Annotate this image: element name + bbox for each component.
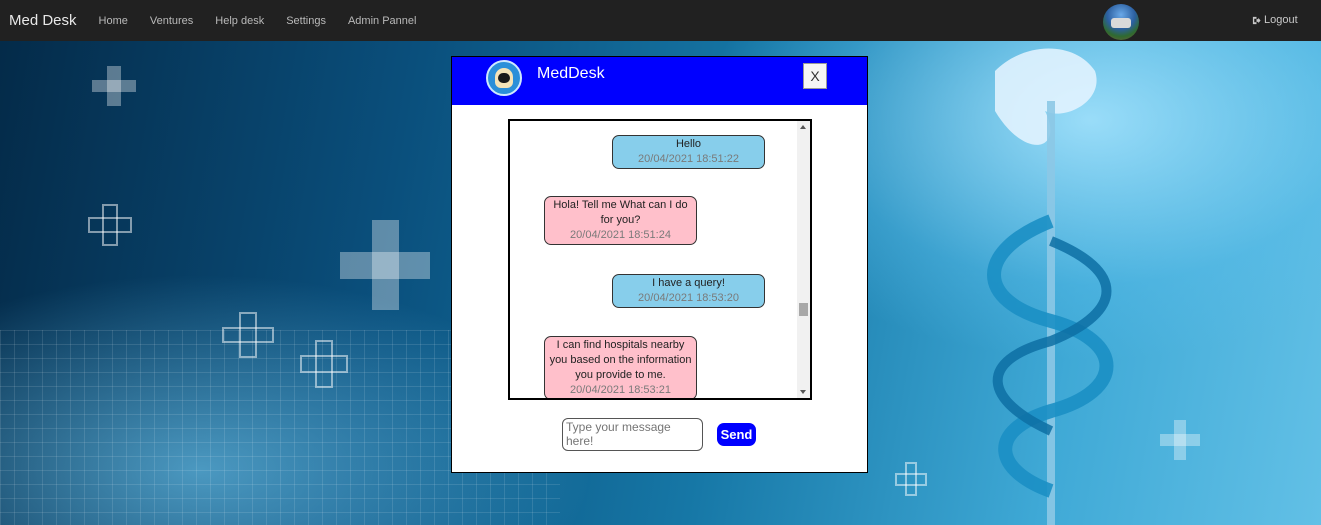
chat-modal: MedDesk X Hello 20/04/2021 18:51:22 Hola… [451,56,868,473]
nav-link-help-desk[interactable]: Help desk [215,15,264,27]
message-time: 20/04/2021 18:53:20 [638,292,739,304]
scroll-up-arrow-icon[interactable] [800,125,806,129]
background-cross [88,204,132,246]
scroll-thumb[interactable] [799,303,808,316]
message-time: 20/04/2021 18:51:24 [570,229,671,241]
chat-title: MedDesk [537,65,605,82]
message-text: Hello [675,138,702,150]
message-bot: Hola! Tell me What can I do for you? 20/… [544,196,697,245]
nav-link-settings[interactable]: Settings [286,15,326,27]
bot-avatar-icon [486,60,522,96]
scroll-down-arrow-icon[interactable] [800,390,806,394]
user-avatar[interactable] [1103,4,1139,40]
close-button[interactable]: X [803,63,827,89]
message-text: I can find hospitals nearby you based on… [549,339,692,381]
brand-logo[interactable]: Med Desk [9,12,77,29]
nav-link-admin-pannel[interactable]: Admin Pannel [348,15,417,27]
message-user: I have a query! 20/04/2021 18:53:20 [612,274,765,308]
message-time: 20/04/2021 18:51:22 [638,153,739,165]
background-cross [340,220,430,310]
message-user: Hello 20/04/2021 18:51:22 [612,135,765,169]
background-cross [1160,420,1200,460]
logout-button[interactable]: Logout [1252,14,1298,26]
message-text: Hola! Tell me What can I do for you? [553,199,688,226]
top-navbar: Med Desk Home Ventures Help desk Setting… [0,0,1321,41]
background-cross [895,462,927,496]
nav-link-home[interactable]: Home [99,15,128,27]
chat-header: MedDesk X [452,57,867,105]
background-cross [300,340,348,388]
message-bot: I can find hospitals nearby you based on… [544,336,697,398]
background-cross [222,312,274,358]
message-time: 20/04/2021 18:53:21 [570,384,671,396]
background-cross [92,66,136,106]
message-input[interactable] [562,418,703,451]
chat-messages-area[interactable]: Hello 20/04/2021 18:51:22 Hola! Tell me … [508,119,812,400]
chat-scrollbar[interactable] [797,121,810,398]
caduceus-illustration [987,48,1114,525]
logout-label: Logout [1264,14,1298,26]
send-button[interactable]: Send [717,423,756,446]
message-text: I have a query! [652,277,725,289]
logout-icon [1252,16,1261,24]
nav-link-ventures[interactable]: Ventures [150,15,193,27]
